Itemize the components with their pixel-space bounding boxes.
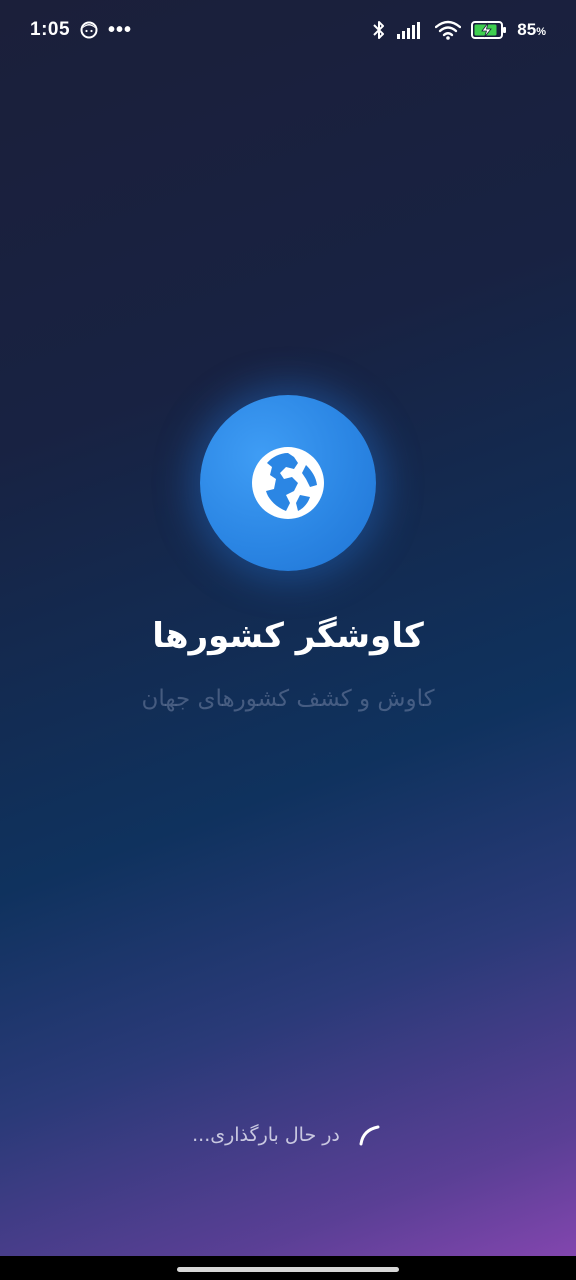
home-gesture-bar[interactable] xyxy=(177,1267,399,1272)
navigation-bar xyxy=(0,1256,576,1280)
status-time: 1:05 xyxy=(30,19,71,40)
more-notifications-icon: ••• xyxy=(108,18,133,41)
battery-percent-unit: % xyxy=(536,26,546,38)
status-bar: 1:05 ••• 85% xyxy=(0,0,576,60)
globe-icon xyxy=(250,445,326,521)
battery-percent: 85% xyxy=(517,20,546,40)
loading-text: در حال بارگذاری... xyxy=(192,1124,340,1146)
face-icon xyxy=(80,21,98,39)
battery-percent-value: 85 xyxy=(517,20,537,39)
spinner-icon xyxy=(358,1122,384,1148)
status-right: 85% xyxy=(371,19,546,41)
app-subtitle: کاوش و کشف کشورهای جهان xyxy=(141,686,435,712)
status-left: 1:05 ••• xyxy=(30,19,132,42)
app-logo xyxy=(200,395,376,571)
wifi-icon xyxy=(435,20,462,40)
signal-icon xyxy=(397,21,425,39)
bluetooth-icon xyxy=(371,19,387,41)
battery-charging-icon xyxy=(471,21,507,39)
loading-indicator: در حال بارگذاری... xyxy=(0,1122,576,1148)
app-title: کاوشگر کشورها xyxy=(152,616,424,656)
